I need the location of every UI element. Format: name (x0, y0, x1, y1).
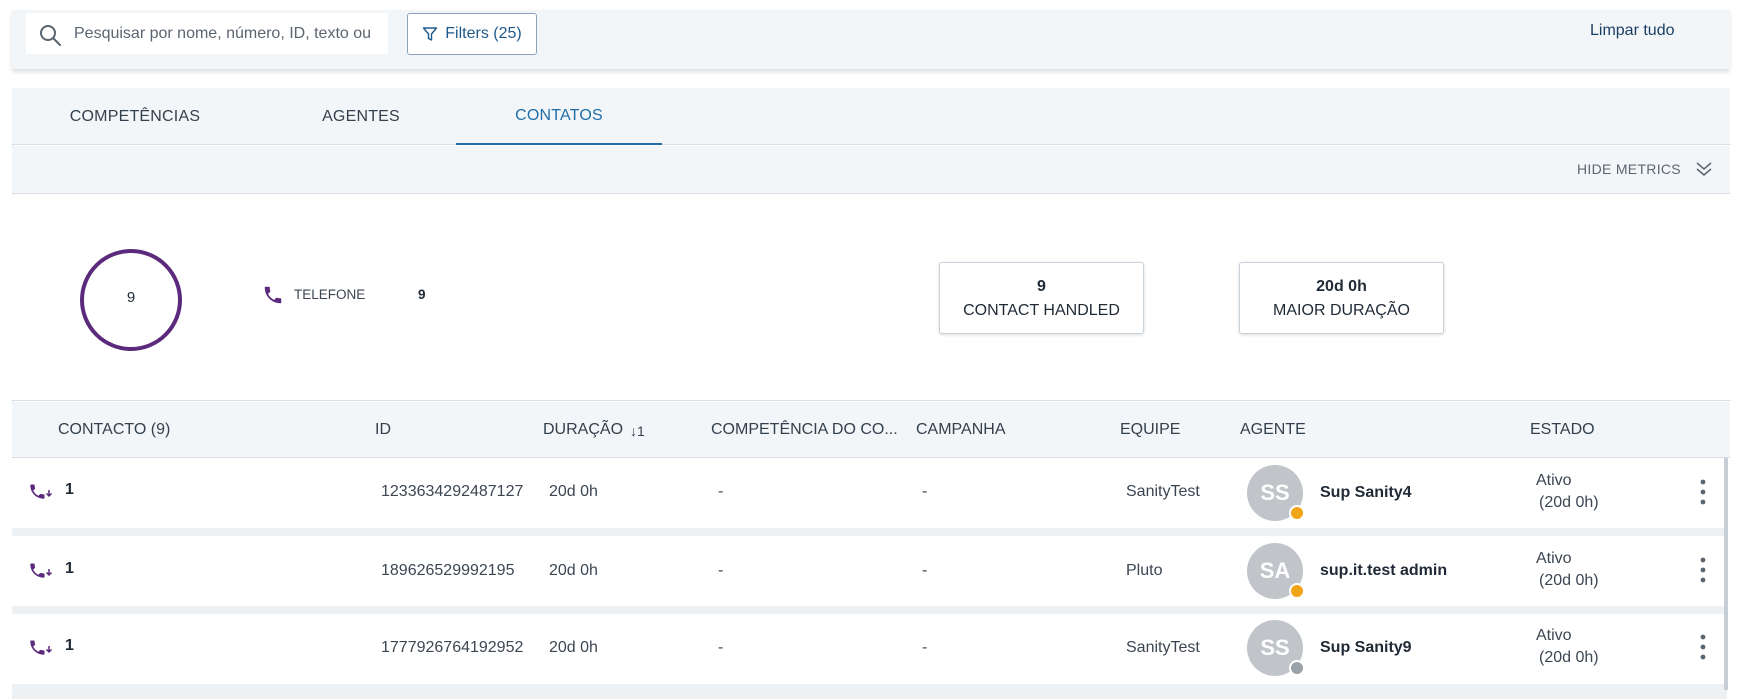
agent-name[interactable]: Sup Sanity9 (1320, 639, 1412, 657)
row-divider (12, 606, 1727, 614)
column-header-contact[interactable]: CONTACTO (9) (58, 421, 170, 439)
column-header-agent[interactable]: AGENTE (1240, 421, 1306, 439)
table-row[interactable] (12, 458, 1727, 528)
clear-all-link[interactable]: Limpar tudo (1590, 22, 1675, 40)
sort-descending-icon[interactable]: ↓1 (630, 423, 645, 439)
inbound-call-icon (30, 563, 53, 578)
row-divider (12, 684, 1727, 699)
contact-skill: - (718, 639, 724, 656)
donut-total: 9 (126, 289, 136, 306)
column-header-skill[interactable]: COMPETÊNCIA DO CO... (711, 421, 898, 439)
contact-campaign: - (922, 483, 928, 500)
table-scrollbar[interactable] (1724, 458, 1728, 690)
tab-contatos[interactable]: CONTATOS (456, 88, 662, 145)
contact-duration: 20d 0h (549, 483, 598, 500)
contact-count: 1 (65, 560, 74, 577)
more-options-icon[interactable] (1700, 479, 1706, 505)
agent-name[interactable]: sup.it.test admin (1320, 562, 1447, 580)
column-header-id[interactable]: ID (375, 421, 391, 439)
contact-id: 189626529992195 (381, 562, 515, 579)
phone-icon (264, 286, 282, 304)
filters-button[interactable]: Filters (25) (407, 13, 537, 55)
contact-state: Ativo (1536, 627, 1572, 644)
contact-state: Ativo (1536, 472, 1572, 489)
inbound-call-icon (30, 640, 53, 655)
inbound-call-icon (30, 484, 53, 499)
filter-icon (423, 27, 438, 41)
contact-team: SanityTest (1126, 639, 1200, 656)
column-header-duration[interactable]: DURAÇÃO (543, 421, 623, 439)
legend-label: TELEFONE (294, 287, 366, 302)
row-divider (12, 528, 1727, 536)
contact-state-duration: (20d 0h) (1539, 572, 1599, 589)
contact-duration: 20d 0h (549, 562, 598, 579)
agent-name[interactable]: Sup Sanity4 (1320, 484, 1412, 502)
tab-agentes[interactable]: AGENTES (268, 88, 454, 145)
metric-label: MAIOR DURAÇÃO (1273, 302, 1410, 319)
contact-duration: 20d 0h (549, 639, 598, 656)
contact-campaign: - (922, 562, 928, 579)
metric-value: 9 (1037, 278, 1046, 295)
search-icon (40, 25, 61, 46)
contact-campaign: - (922, 639, 928, 656)
double-chevron-down-icon[interactable] (1695, 160, 1713, 178)
contact-count: 1 (65, 481, 74, 498)
contact-skill: - (718, 562, 724, 579)
table-row[interactable] (12, 536, 1727, 606)
contact-state: Ativo (1536, 550, 1572, 567)
contact-state-duration: (20d 0h) (1539, 649, 1599, 666)
agent-status-badge (1289, 583, 1305, 599)
hide-metrics-toggle[interactable]: HIDE METRICS (1577, 161, 1681, 177)
agent-status-badge (1289, 505, 1305, 521)
tab-competencias[interactable]: COMPETÊNCIAS (40, 88, 230, 145)
search-input[interactable] (74, 14, 374, 54)
more-options-icon[interactable] (1700, 634, 1706, 660)
contact-state-duration: (20d 0h) (1539, 494, 1599, 511)
tab-bar: COMPETÊNCIAS AGENTES CONTATOS (12, 88, 1730, 145)
metric-card-contact-handled: 9 CONTACT HANDLED (939, 262, 1144, 334)
contact-team: Pluto (1126, 562, 1163, 579)
column-header-campaign[interactable]: CAMPANHA (916, 421, 1006, 439)
contact-id: 1777926764192952 (381, 639, 524, 656)
table-row[interactable] (12, 614, 1727, 684)
column-header-team[interactable]: EQUIPE (1120, 421, 1180, 439)
metric-value: 20d 0h (1316, 278, 1367, 295)
contact-team: SanityTest (1126, 483, 1200, 500)
contact-count: 1 (65, 637, 74, 654)
agent-status-badge (1289, 660, 1305, 676)
metrics-header (12, 146, 1730, 194)
contact-id: 1233634292487127 (381, 483, 524, 500)
legend-value: 9 (418, 287, 426, 302)
contact-skill: - (718, 483, 724, 500)
filters-label: Filters (25) (445, 25, 522, 42)
column-header-state[interactable]: ESTADO (1530, 421, 1595, 439)
metric-card-max-duration: 20d 0h MAIOR DURAÇÃO (1239, 262, 1444, 334)
more-options-icon[interactable] (1700, 557, 1706, 583)
metric-label: CONTACT HANDLED (963, 302, 1120, 319)
